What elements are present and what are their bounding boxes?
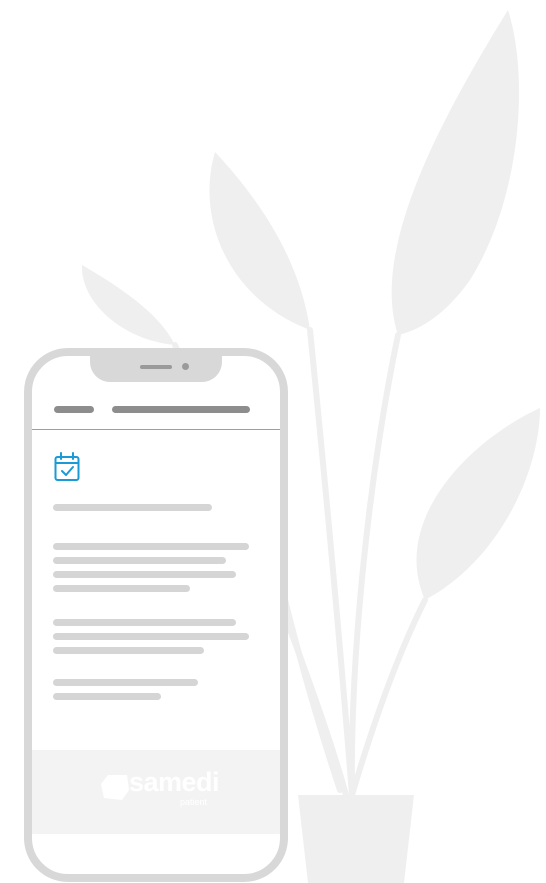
text-placeholder-line [53,647,204,654]
text-placeholder-line [53,633,249,640]
phone-mockup: samedi patient [24,348,288,882]
text-placeholder-line [53,543,249,550]
brand-footer: samedi patient [32,750,280,834]
calendar-check-icon [54,452,80,481]
text-placeholder-line [53,619,236,626]
brand-name: samedi [129,767,220,797]
phone-speaker [140,365,172,369]
header-placeholder-short [54,406,94,413]
plant-pot [298,795,414,883]
text-placeholder-line [53,557,226,564]
samedi-logo-icon [101,775,129,800]
plant-leaf [81,265,175,345]
phone-notch [90,356,222,382]
header-placeholder-long [112,406,250,413]
header-divider [32,429,280,430]
text-placeholder-line [53,693,161,700]
text-placeholder-line [53,571,236,578]
phone-camera [182,363,189,370]
text-placeholder-line [53,585,190,592]
text-placeholder-line [53,679,198,686]
plant-leaf [416,408,540,600]
brand-subtitle: patient [180,797,208,807]
title-placeholder [53,504,212,511]
plant-leaf [391,10,520,335]
plant-leaf [209,152,310,330]
